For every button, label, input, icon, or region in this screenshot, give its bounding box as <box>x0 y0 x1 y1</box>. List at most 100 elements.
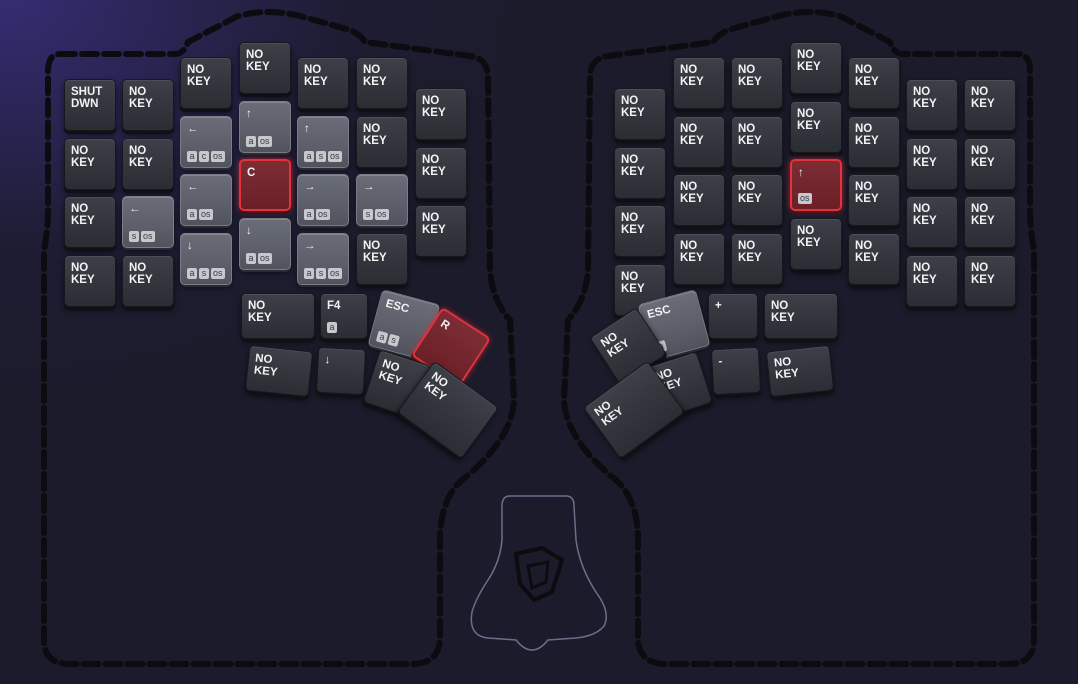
left-lower-key-1[interactable]: ↓ <box>315 346 367 396</box>
left-key-r1-c3[interactable]: ↑ a os <box>239 100 291 153</box>
right-lower-key-1[interactable]: NO KEY <box>765 344 835 398</box>
right-key-r3-c2[interactable]: NO KEY <box>731 232 783 285</box>
left-key-r0-c2[interactable]: NO KEY <box>180 57 232 109</box>
left-lower-key-0[interactable]: NO KEY <box>244 344 314 398</box>
right-key-r1-c3[interactable]: NO KEY <box>790 100 842 153</box>
right-key-r1-c2[interactable]: NO KEY <box>731 115 783 168</box>
left-key-r3-c2[interactable]: ↓ a s os <box>180 232 232 285</box>
left-key-r1-c5[interactable]: NO KEY <box>356 115 408 168</box>
modifier-badge: s <box>199 267 209 279</box>
key-label: ↓ <box>187 239 193 252</box>
left-key-r1-c4[interactable]: ↑ a s os <box>297 115 349 168</box>
right-key-r2-c0[interactable]: NO KEY <box>614 205 666 257</box>
key-label: NO KEY <box>621 153 645 178</box>
key-label: NO KEY <box>771 300 795 324</box>
right-key-r2-c5[interactable]: NO KEY <box>906 196 958 248</box>
modifier-badge: a <box>187 150 197 162</box>
modifier-badge: os <box>141 231 155 242</box>
right-key-r0-c1[interactable]: NO KEY <box>673 57 725 109</box>
left-key-r3-c1[interactable]: NO KEY <box>122 254 174 307</box>
right-key-r0-c0[interactable]: NO KEY <box>614 88 666 140</box>
left-bottom-key-1[interactable]: F4 a <box>320 293 368 339</box>
right-key-r1-c0[interactable]: NO KEY <box>614 146 666 199</box>
modifier-badge: os <box>258 252 272 264</box>
right-key-r1-c1[interactable]: NO KEY <box>673 115 725 168</box>
modifier-list: a c os <box>187 150 225 162</box>
modifier-badge: c <box>199 150 209 162</box>
modifier-badge: a <box>187 267 197 279</box>
key-label: NO KEY <box>422 212 446 236</box>
key-label: NO KEY <box>738 181 762 205</box>
key-label: NO KEY <box>129 261 153 286</box>
left-key-r2-c1[interactable]: ← s os <box>122 196 174 248</box>
modifier-badge: s <box>316 267 326 279</box>
key-label: NO KEY <box>363 64 387 88</box>
right-key-r0-c4[interactable]: NO KEY <box>848 57 900 109</box>
key-label: NO KEY <box>248 300 272 324</box>
key-label: F4 <box>327 300 341 312</box>
modifier-list: a os <box>246 252 272 264</box>
left-key-r2-c2[interactable]: ← a os <box>180 174 232 226</box>
right-bottom-key-0[interactable]: + <box>708 293 758 339</box>
key-label: NO KEY <box>855 181 879 205</box>
modifier-badge: s <box>129 231 139 242</box>
right-key-r0-c6[interactable]: NO KEY <box>964 79 1016 131</box>
modifier-list: a s os <box>187 267 225 279</box>
key-label: NO KEY <box>71 261 95 286</box>
right-key-r3-c1[interactable]: NO KEY <box>673 232 725 285</box>
right-key-r2-c2[interactable]: NO KEY <box>731 174 783 226</box>
modifier-badge: os <box>328 150 342 162</box>
right-key-r1-c4[interactable]: NO KEY <box>848 115 900 168</box>
right-lower-key-0[interactable]: - <box>710 346 762 396</box>
key-label: NO KEY <box>71 144 95 169</box>
left-key-r2-c4[interactable]: → a os <box>297 174 349 226</box>
left-key-r0-c1[interactable]: NO KEY <box>122 79 174 131</box>
left-key-r1-c0[interactable]: NO KEY <box>64 137 116 190</box>
left-key-r3-c5[interactable]: NO KEY <box>356 232 408 285</box>
left-key-r1-c6[interactable]: NO KEY <box>415 146 467 199</box>
left-bottom-key-0[interactable]: NO KEY <box>241 293 315 339</box>
modifier-badge: a <box>304 267 314 279</box>
right-key-r2-c6[interactable]: NO KEY <box>964 196 1016 248</box>
key-label: NO KEY <box>913 203 937 227</box>
right-key-r3-c6[interactable]: NO KEY <box>964 254 1016 307</box>
key-label: NO KEY <box>422 95 446 119</box>
modifier-badge: s <box>316 150 326 162</box>
left-key-r1-c1[interactable]: NO KEY <box>122 137 174 190</box>
right-key-r3-c3[interactable]: NO KEY <box>790 217 842 270</box>
key-label: NO KEY <box>971 203 995 227</box>
right-key-r3-c4[interactable]: NO KEY <box>848 232 900 285</box>
right-key-r1-c6[interactable]: NO KEY <box>964 137 1016 190</box>
left-key-r3-c0[interactable]: NO KEY <box>64 254 116 307</box>
left-key-r2-c3[interactable]: C <box>239 159 291 211</box>
right-key-r1-c5[interactable]: NO KEY <box>906 137 958 190</box>
left-key-r3-c3[interactable]: ↓ a os <box>239 217 291 270</box>
modifier-list: os <box>798 193 812 204</box>
right-key-r0-c2[interactable]: NO KEY <box>731 57 783 109</box>
left-key-r1-c2[interactable]: ← a c os <box>180 115 232 168</box>
right-key-r3-c5[interactable]: NO KEY <box>906 254 958 307</box>
left-key-r2-c5[interactable]: → s os <box>356 174 408 226</box>
key-label: C <box>247 167 256 179</box>
right-key-r2-c3[interactable]: ↑ os <box>790 159 842 211</box>
key-label: NO KEY <box>680 122 704 147</box>
left-key-r0-c3[interactable]: NO KEY <box>239 42 291 94</box>
right-bottom-key-1[interactable]: NO KEY <box>764 293 838 339</box>
right-key-r2-c4[interactable]: NO KEY <box>848 174 900 226</box>
left-key-r0-c5[interactable]: NO KEY <box>356 57 408 109</box>
right-key-r0-c3[interactable]: NO KEY <box>790 42 842 94</box>
left-key-r0-c0[interactable]: SHUT DWN <box>64 79 116 131</box>
key-label: NO KEY <box>797 49 821 73</box>
left-key-r2-c0[interactable]: NO KEY <box>64 196 116 248</box>
right-key-r2-c1[interactable]: NO KEY <box>673 174 725 226</box>
key-label: ← <box>129 203 141 215</box>
left-key-r0-c6[interactable]: NO KEY <box>415 88 467 140</box>
left-key-r0-c4[interactable]: NO KEY <box>297 57 349 109</box>
key-label: NO KEY <box>738 122 762 147</box>
right-key-r0-c5[interactable]: NO KEY <box>906 79 958 131</box>
left-key-r2-c6[interactable]: NO KEY <box>415 205 467 257</box>
modifier-list: a s os <box>304 150 342 162</box>
key-label: → <box>304 181 316 193</box>
left-key-r3-c4[interactable]: → a s os <box>297 232 349 285</box>
key-label: NO KEY <box>621 95 645 119</box>
